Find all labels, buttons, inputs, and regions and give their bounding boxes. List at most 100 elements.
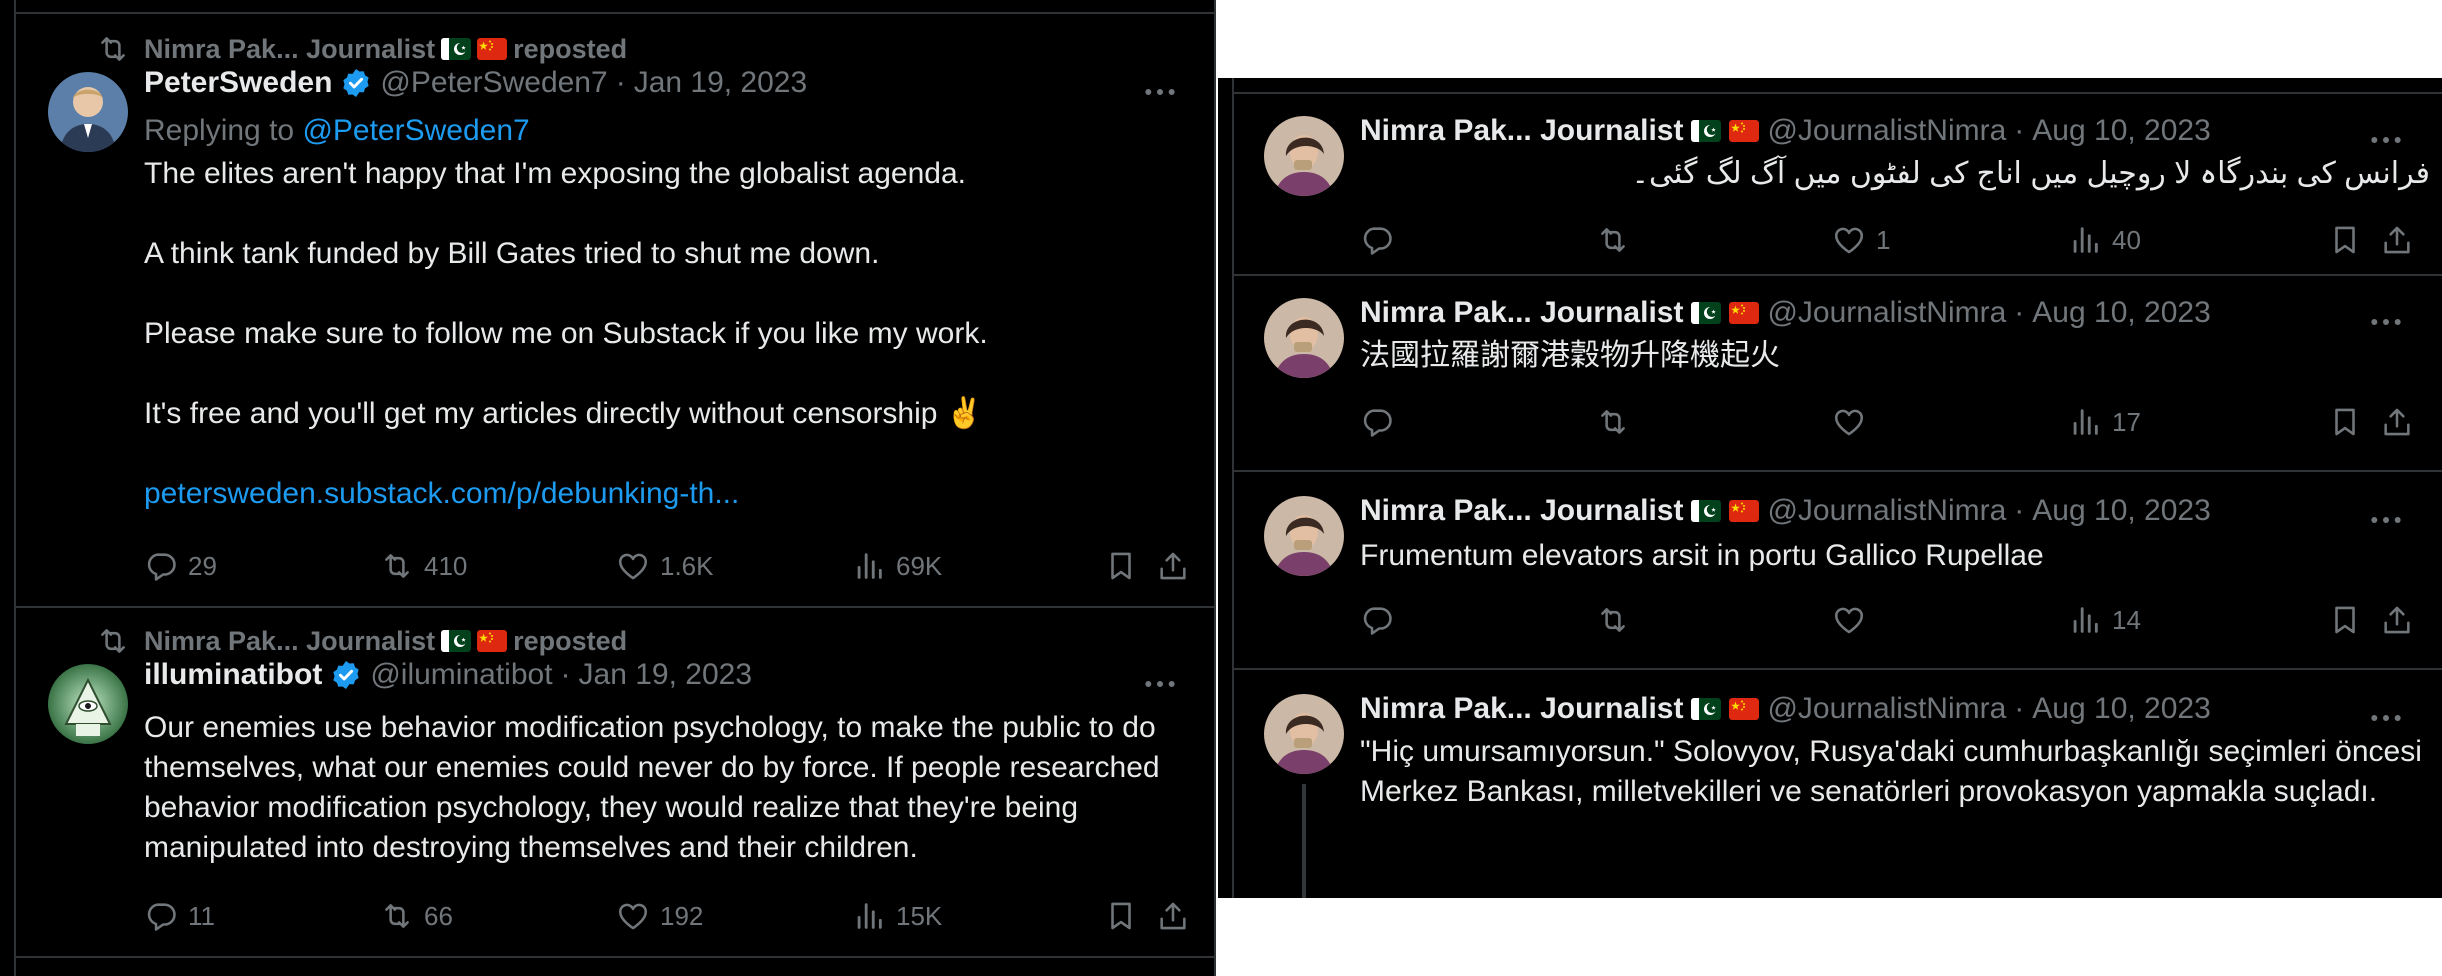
tweet-text: فرانس کی بندرگاہ لا روچیل میں اناج کی لف… [1631,157,2430,190]
separator: · [615,66,626,99]
tweet-date[interactable]: Jan 19, 2023 [634,66,807,100]
replying-to-handle[interactable]: @PeterSweden7 [302,114,529,147]
display-name[interactable]: PeterSweden [144,66,332,100]
china-flag-icon [1729,302,1759,324]
display-name[interactable]: Nimra Pak... Journalist [1360,494,1683,528]
avatar-petersweden[interactable] [48,72,128,152]
share-button[interactable] [2380,400,2414,444]
views-button[interactable]: 15K [852,894,942,938]
tweet-date[interactable]: Aug 10, 2023 [2032,692,2211,726]
bookmark-button[interactable] [2328,400,2362,444]
display-name[interactable]: illuminatibot [144,658,322,692]
views-icon [852,549,886,583]
tweet-date[interactable]: Aug 10, 2023 [2032,296,2211,330]
repost-icon [1596,223,1630,257]
repost-button[interactable] [1596,400,1640,444]
reply-button[interactable]: 29 [144,544,217,588]
bookmark-button[interactable] [2328,218,2362,262]
reposted-label: reposted [513,33,628,64]
repost-context[interactable]: Nimra Pak... Journalist reposted [96,624,627,658]
avatar-nimra[interactable] [1264,496,1344,576]
left-timeline-column: Nimra Pak... Journalist reposted PeterSw… [14,0,1216,976]
pakistan-flag-icon [441,630,471,652]
views-count: 15K [896,900,943,931]
display-name[interactable]: Nimra Pak... Journalist [1360,692,1683,726]
reply-button[interactable]: 11 [144,894,215,938]
views-button[interactable]: 14 [2068,598,2141,642]
tweet-nimra-latin[interactable]: Nimra Pak... Journalist @JournalistNimra… [1234,472,2442,668]
like-count: 1.6K [660,550,714,581]
share-button[interactable] [2380,218,2414,262]
display-name[interactable]: Nimra Pak... Journalist [1360,114,1683,148]
tweet-nimra-urdu[interactable]: Nimra Pak... Journalist @JournalistNimra… [1234,94,2442,274]
repost-button[interactable]: 66 [380,894,453,938]
like-button[interactable]: 1 [1832,218,1890,262]
tweet-petersweden[interactable]: Nimra Pak... Journalist reposted PeterSw… [16,14,1214,606]
replying-to-label: Replying to [144,114,295,147]
repost-context[interactable]: Nimra Pak... Journalist reposted [96,32,627,66]
views-button[interactable]: 17 [2068,400,2141,444]
user-handle[interactable]: @JournalistNimra [1767,296,2006,330]
tweet-illuminatibot[interactable]: Nimra Pak... Journalist reposted illumin… [16,608,1214,956]
tweet-nimra-turkish[interactable]: Nimra Pak... Journalist @JournalistNimra… [1234,670,2442,898]
tweet-nimra-chinese[interactable]: Nimra Pak... Journalist @JournalistNimra… [1234,276,2442,470]
tweet-date[interactable]: Aug 10, 2023 [2032,114,2211,148]
tweet-date[interactable]: Aug 10, 2023 [2032,494,2211,528]
tweet-actions: 14 [1360,598,2430,642]
tweet-actions: 17 [1360,400,2430,444]
repost-button[interactable]: 410 [380,544,467,588]
bookmark-button[interactable] [2328,598,2362,642]
views-button[interactable]: 40 [2068,218,2141,262]
more-icon[interactable] [2366,500,2406,540]
right-timeline-column: Nimra Pak... Journalist @JournalistNimra… [1232,78,2442,898]
repost-count: 410 [424,550,468,581]
right-timeline-panel: Nimra Pak... Journalist @JournalistNimra… [1218,78,2442,898]
share-button[interactable] [2380,598,2414,642]
tweet-link[interactable]: petersweden.substack.com/p/debunking-th.… [144,474,1184,514]
like-icon [1832,603,1866,637]
views-button[interactable]: 69K [852,544,942,588]
reposted-label: reposted [513,625,628,656]
more-icon[interactable] [1140,72,1180,112]
replying-to: Replying to @PeterSweden7 [144,114,530,148]
views-icon [2068,223,2102,257]
reply-button[interactable] [1360,218,1404,262]
bookmark-icon [2328,223,2362,257]
views-icon [2068,603,2102,637]
tweet-header: PeterSweden @PeterSweden7 · Jan 19, 2023 [144,66,807,100]
separator: · [560,658,571,691]
views-count: 17 [2112,406,2141,437]
reply-button[interactable] [1360,598,1404,642]
china-flag-icon [477,630,507,652]
user-handle[interactable]: @iluminatibot [370,658,552,692]
user-handle[interactable]: @JournalistNimra [1767,692,2006,726]
like-icon [1832,405,1866,439]
verified-badge-icon [330,659,362,691]
bookmark-button[interactable] [1104,544,1138,588]
more-icon[interactable] [1140,664,1180,704]
like-button[interactable] [1832,400,1876,444]
repost-button[interactable] [1596,218,1640,262]
avatar-illuminatibot[interactable] [48,664,128,744]
share-button[interactable] [1156,894,1190,938]
display-name[interactable]: Nimra Pak... Journalist [1360,296,1683,330]
like-button[interactable]: 1.6K [616,544,714,588]
user-handle[interactable]: @PeterSweden7 [380,66,607,100]
reply-icon [144,549,178,583]
avatar-nimra[interactable] [1264,298,1344,378]
like-button[interactable] [1832,598,1876,642]
user-handle[interactable]: @JournalistNimra [1767,494,2006,528]
repost-icon [96,32,130,66]
tweet-date[interactable]: Jan 19, 2023 [579,658,752,692]
share-button[interactable] [1156,544,1190,588]
views-count: 69K [896,550,943,581]
reply-button[interactable] [1360,400,1404,444]
views-icon [852,899,886,933]
repost-button[interactable] [1596,598,1640,642]
tweet-header: Nimra Pak... Journalist @JournalistNimra… [1360,114,2211,148]
avatar-nimra[interactable] [1264,694,1344,774]
like-button[interactable]: 192 [616,894,703,938]
user-handle[interactable]: @JournalistNimra [1767,114,2006,148]
bookmark-button[interactable] [1104,894,1138,938]
avatar-nimra[interactable] [1264,116,1344,196]
